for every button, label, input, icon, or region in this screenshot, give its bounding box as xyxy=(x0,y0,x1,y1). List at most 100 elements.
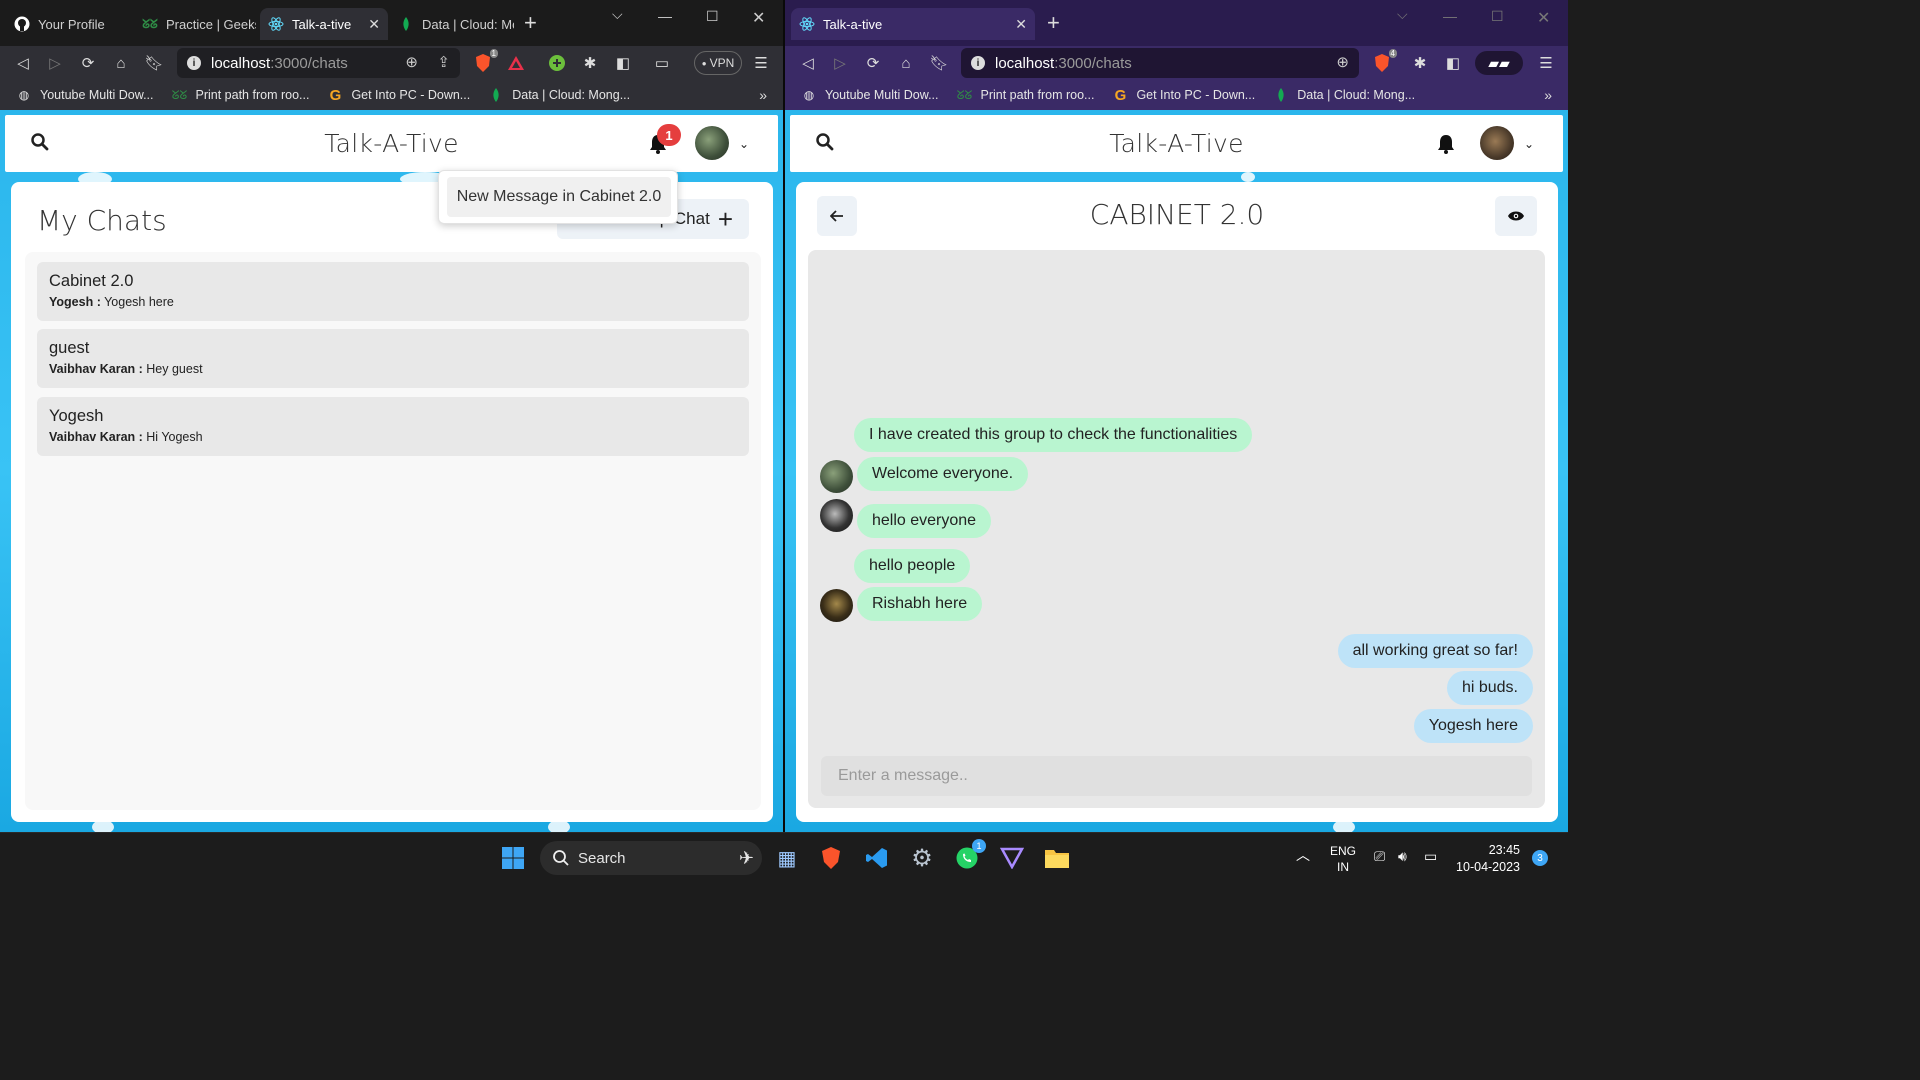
menu-icon[interactable]: ☰ xyxy=(750,52,772,74)
bookmark-print-path[interactable]: ᘜᘜ Print path from roo... xyxy=(172,87,310,103)
bookmark-icon[interactable]: 🔖︎ xyxy=(928,52,950,74)
task-manager-icon[interactable]: ▦ xyxy=(772,843,802,873)
tab-talk-a-tive[interactable]: Talk-a-tive ✕ xyxy=(260,8,388,40)
chat-item-yogesh[interactable]: Yogesh Vaibhav Karan : Hi Yogesh xyxy=(37,397,749,456)
minimize-button[interactable]: — xyxy=(1443,8,1457,24)
tab-search-chevron-icon[interactable]: ⌵ xyxy=(1397,6,1408,23)
home-icon[interactable]: ⌂ xyxy=(110,52,132,74)
reload-icon[interactable]: ⟳ xyxy=(77,52,99,74)
taskbar-search[interactable]: Search ✈ xyxy=(540,841,762,875)
notification-item[interactable]: New Message in Cabinet 2.0 xyxy=(447,177,671,217)
app-header: Talk-A-Tive ⌄ xyxy=(790,115,1563,172)
message-bubble: all working great so far! xyxy=(1337,634,1533,668)
private-window-icon[interactable]: ▰▰ xyxy=(1475,51,1523,75)
tab-practice-geeksforgeeks[interactable]: ᘜᘜ Practice | Geeksf xyxy=(134,8,256,40)
chat-item-guest[interactable]: guest Vaibhav Karan : Hey guest xyxy=(37,329,749,388)
new-tab-button[interactable]: + xyxy=(524,10,537,36)
forward-icon[interactable]: ▷ xyxy=(44,52,66,74)
view-group-button[interactable] xyxy=(1495,196,1537,236)
site-info-icon[interactable]: i xyxy=(971,56,985,70)
more-bookmarks-icon[interactable]: » xyxy=(759,87,767,103)
message-bubble: hello people xyxy=(854,549,971,583)
brave-shields-icon[interactable]: 1 xyxy=(472,49,498,74)
address-bar[interactable]: i localhost:3000/chats ⊕ xyxy=(961,48,1359,78)
notification-menu: New Message in Cabinet 2.0 xyxy=(438,170,678,224)
extensions-puzzle-icon[interactable]: ✱ xyxy=(579,52,601,74)
network-icon[interactable]: ⎚ xyxy=(1374,848,1385,864)
brave-browser-icon[interactable] xyxy=(816,843,846,873)
chat-list: Cabinet 2.0 Yogesh : Yogesh here guest V… xyxy=(25,252,761,810)
date: 10-04-2023 xyxy=(1456,860,1520,874)
back-icon[interactable]: ◁ xyxy=(12,52,34,74)
volume-icon[interactable]: 🔊︎ xyxy=(1398,848,1407,864)
bell-icon[interactable] xyxy=(1435,133,1457,155)
bookmark-mongodb[interactable]: Data | Cloud: Mong... xyxy=(488,87,630,103)
whatsapp-icon[interactable]: 1 xyxy=(952,839,986,873)
url-host: localhost xyxy=(211,54,271,72)
bookmark-print-path[interactable]: ᘜᘜ Print path from roo... xyxy=(957,87,1095,103)
brave-shields-icon[interactable]: 4 xyxy=(1371,49,1397,74)
brave-rewards-icon[interactable] xyxy=(505,52,527,74)
plus-icon: + xyxy=(717,203,733,234)
sender-avatar[interactable] xyxy=(820,589,853,622)
wallet-icon[interactable]: ▭ xyxy=(651,52,673,74)
battery-icon[interactable]: ▭ xyxy=(1424,848,1437,864)
tab-your-profile[interactable]: Your Profile xyxy=(6,8,130,40)
zoom-icon[interactable]: ⊕ xyxy=(1336,53,1349,71)
chat-item-cabinet[interactable]: Cabinet 2.0 Yogesh : Yogesh here xyxy=(37,262,749,321)
bookmark-get-into-pc[interactable]: G Get Into PC - Down... xyxy=(1112,87,1256,104)
avatar[interactable] xyxy=(695,126,729,160)
share-icon[interactable]: ⇪ xyxy=(437,53,450,71)
more-bookmarks-icon[interactable]: » xyxy=(1544,87,1552,103)
language-indicator[interactable]: ENG IN xyxy=(1330,843,1356,875)
chevron-down-icon[interactable]: ⌄ xyxy=(1524,137,1534,151)
extensions-puzzle-icon[interactable]: ✱ xyxy=(1409,52,1431,74)
geeksforgeeks-icon: ᘜᘜ xyxy=(956,87,973,102)
windows-start-icon[interactable] xyxy=(498,843,528,873)
vpn-app-icon[interactable] xyxy=(997,843,1027,873)
avatar[interactable] xyxy=(1480,126,1514,160)
chevron-down-icon[interactable]: ⌄ xyxy=(739,137,749,151)
forward-icon[interactable]: ▷ xyxy=(829,52,851,74)
sidebar-icon[interactable]: ◧ xyxy=(1442,52,1464,74)
url-path: :3000/chats xyxy=(1054,54,1132,72)
maximize-button[interactable]: ☐ xyxy=(1491,8,1504,25)
tab-talk-a-tive[interactable]: Talk-a-tive ✕ xyxy=(791,8,1035,40)
vscode-icon[interactable] xyxy=(862,843,892,873)
tab-mongodb-data[interactable]: Data | Cloud: Mc xyxy=(390,8,514,40)
show-hidden-icons-chevron-icon[interactable]: ︿ xyxy=(1296,847,1310,863)
clock[interactable]: 23:45 10-04-2023 xyxy=(1450,842,1520,876)
my-chats-panel: My Chats New Group Chat + Cabinet 2.0 Yo… xyxy=(11,182,773,822)
sender-avatar[interactable] xyxy=(820,460,853,493)
vpn-button[interactable]: ● VPN xyxy=(694,51,742,75)
latest-sender: Vaibhav Karan : xyxy=(49,362,143,376)
reload-icon[interactable]: ⟳ xyxy=(862,52,884,74)
sidebar-icon[interactable]: ◧ xyxy=(612,52,634,74)
bookmark-youtube-multi[interactable]: ◍ Youtube Multi Dow... xyxy=(16,87,154,103)
file-explorer-icon[interactable] xyxy=(1042,843,1072,873)
maximize-button[interactable]: ☐ xyxy=(706,8,719,25)
close-tab-icon[interactable]: ✕ xyxy=(368,16,380,33)
site-info-icon[interactable]: i xyxy=(187,56,201,70)
close-tab-icon[interactable]: ✕ xyxy=(1015,16,1027,33)
window-close-button[interactable]: ✕ xyxy=(1537,8,1550,28)
minimize-button[interactable]: — xyxy=(658,8,672,24)
zoom-icon[interactable]: ⊕ xyxy=(405,53,418,71)
message-input[interactable] xyxy=(821,756,1532,796)
notification-center-badge[interactable]: 3 xyxy=(1532,850,1548,866)
bookmark-icon[interactable]: 🔖︎ xyxy=(143,52,165,74)
new-tab-button[interactable]: + xyxy=(1047,10,1060,36)
sender-avatar[interactable] xyxy=(820,499,853,532)
bookmark-youtube-multi[interactable]: ◍ Youtube Multi Dow... xyxy=(801,87,939,103)
bookmark-mongodb[interactable]: Data | Cloud: Mong... xyxy=(1273,87,1415,103)
extension-plus-icon[interactable] xyxy=(546,52,568,74)
address-bar[interactable]: i localhost:3000/chats ⊕ ⇪ xyxy=(177,48,460,78)
window-close-button[interactable]: ✕ xyxy=(752,8,765,28)
settings-gear-icon[interactable]: ⚙ xyxy=(907,843,937,873)
home-icon[interactable]: ⌂ xyxy=(895,52,917,74)
search-highlight-icon: ✈ xyxy=(738,847,754,868)
back-icon[interactable]: ◁ xyxy=(797,52,819,74)
tab-search-chevron-icon[interactable]: ⌵ xyxy=(612,6,623,23)
menu-icon[interactable]: ☰ xyxy=(1535,52,1557,74)
bookmark-get-into-pc[interactable]: G Get Into PC - Down... xyxy=(327,87,471,104)
